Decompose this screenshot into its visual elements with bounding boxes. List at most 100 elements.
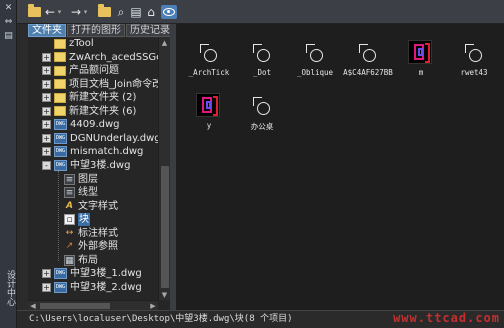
expand-icon[interactable]: + (42, 133, 51, 143)
palette-title: 设计中心 (5, 270, 15, 306)
block-icon (197, 42, 221, 66)
xref-icon: ↗ (65, 241, 74, 252)
side-strip: ✕ ⇔ ▤ 设计中心 (0, 0, 17, 328)
tab-folders[interactable]: 文件夹 (28, 24, 66, 37)
tree-item-label: 线型 (78, 187, 98, 199)
tree-item[interactable]: + DWG 中望3楼_1.dwg (42, 267, 170, 280)
tree-item[interactable]: + DWG 中望3楼_2.dwg (42, 281, 170, 294)
block-item-name: _ArchTick (188, 68, 230, 77)
block-item-name: _Dot (252, 68, 272, 77)
auto-hide-icon[interactable]: ⇔ (3, 17, 14, 28)
folder-icon (54, 52, 66, 63)
block-thumbnail (408, 40, 432, 64)
toolbar: ← ▾ → ▾ ⌕ ▤ ⌂ (17, 0, 504, 24)
tree-item-label: 中望3楼.dwg (70, 159, 131, 171)
folder-icon (54, 79, 66, 90)
tree-item[interactable]: ↔ 标注样式 (64, 227, 170, 240)
folder-tree[interactable]: zTool + ZwArch_acedSSGet_F + 产品额问题 + 项目文档_Join… (28, 38, 170, 310)
tree-item-label: DGNUnderlay.dwg (70, 132, 161, 144)
block-item[interactable]: y (182, 81, 236, 141)
block-item-name: A$C4AF627BB (343, 68, 393, 77)
tree-item-label: 新建文件夹 (2) (69, 92, 137, 104)
block-item[interactable]: A$C4AF627BB (341, 28, 395, 88)
tree-item[interactable]: + 产品额问题 (42, 64, 170, 77)
tree-item[interactable]: + 项目文档_Join命令改造 (42, 78, 170, 91)
hscroll-thumb[interactable] (40, 303, 110, 309)
expand-icon[interactable]: + (42, 93, 51, 103)
favorites-icon[interactable]: ▤ (130, 5, 142, 19)
block-item-name: m (418, 68, 424, 77)
close-icon[interactable]: ✕ (3, 3, 14, 14)
tree-item[interactable]: ↗ 外部参照 (64, 240, 170, 253)
collapse-icon[interactable]: - (42, 160, 51, 170)
block-icon (356, 42, 380, 66)
tree-horizontal-scrollbar[interactable]: ◀ ▶ (28, 300, 158, 310)
tree-item[interactable]: + 新建文件夹 (2) (42, 91, 170, 104)
tree-item[interactable]: - DWG 中望3楼.dwg (42, 159, 170, 172)
tree-item-label: 文字样式 (78, 200, 118, 212)
tree-item[interactable]: + 新建文件夹 (6) (42, 105, 170, 118)
tab-open-drawings[interactable]: 打开的图形 (67, 24, 125, 37)
up-folder-icon[interactable] (97, 4, 111, 19)
back-dropdown-icon[interactable]: ▾ (56, 5, 63, 19)
dwg-file-icon: DWG (54, 268, 67, 280)
dwg-file-icon: DWG (54, 119, 67, 131)
dwg-file-icon: DWG (54, 132, 67, 144)
tree-item[interactable]: + DWG 4409.dwg (42, 118, 170, 131)
expand-icon[interactable]: + (42, 79, 51, 89)
home-icon[interactable]: ⌂ (145, 5, 157, 19)
search-icon[interactable]: ⌕ (115, 5, 127, 19)
textstyle-icon: A (66, 200, 73, 211)
tree-item[interactable]: + ZwArch_acedSSGet_F (42, 51, 170, 64)
tree-item[interactable]: + DWG mismatch.dwg (42, 145, 170, 158)
expand-icon[interactable]: + (42, 269, 51, 279)
folder-icon (54, 38, 66, 49)
tree-item-label: 项目文档_Join命令改造 (69, 78, 170, 90)
tree-item[interactable]: ≡ 图层 (64, 173, 170, 186)
properties-icon[interactable]: ▤ (3, 31, 14, 42)
layout-icon: ▦ (64, 254, 75, 266)
block-item[interactable]: 办公桌 (235, 81, 289, 141)
forward-arrow-icon[interactable]: → (71, 5, 81, 19)
tree-item[interactable]: ▫ 块 (64, 213, 170, 227)
scroll-down-icon[interactable]: ▼ (159, 290, 170, 300)
expand-icon[interactable]: + (42, 282, 51, 292)
dwg-file-icon: DWG (54, 146, 67, 158)
expand-icon[interactable]: + (42, 147, 51, 157)
tree-item-label: zTool (69, 38, 94, 49)
block-item-name: _Oblique (296, 68, 334, 77)
tree-connector (58, 170, 59, 261)
block-item[interactable]: _Oblique (288, 28, 342, 88)
tree-vertical-scrollbar[interactable]: ▲ ▼ (158, 38, 170, 300)
content-panel: _ArchTick _Dot _Oblique A$C4AF627BB m rwet43 y… (176, 24, 504, 310)
expand-icon[interactable]: + (42, 106, 51, 116)
load-folder-icon[interactable] (27, 4, 41, 19)
expand-icon[interactable]: + (42, 52, 51, 62)
tree-item-label: 布局 (78, 254, 98, 266)
scroll-up-icon[interactable]: ▲ (159, 38, 170, 48)
tree-item[interactable]: + DWG DGNUnderlay.dwg (42, 132, 170, 145)
tree-item[interactable]: A 文字样式 (64, 200, 170, 213)
tree-item[interactable]: zTool (42, 38, 170, 50)
tab-history[interactable]: 历史记录 (126, 24, 174, 37)
preview-toggle-icon[interactable] (161, 5, 177, 19)
tree-item[interactable]: ≡ 线型 (64, 186, 170, 199)
back-arrow-icon[interactable]: ← (45, 5, 55, 19)
tab-bar: 文件夹 打开的图形 历史记录 (28, 24, 175, 38)
expand-icon[interactable]: + (42, 120, 51, 130)
block-item[interactable]: _ArchTick (182, 28, 236, 88)
block-thumbnail (196, 93, 220, 117)
tree-item-label: 中望3楼_1.dwg (70, 268, 142, 280)
block-item[interactable]: _Dot (235, 28, 289, 88)
tree-item[interactable]: ▦ 布局 (64, 254, 170, 267)
tree-item-label: 图层 (78, 173, 98, 185)
block-item[interactable]: rwet43 (447, 28, 501, 88)
folder-icon (54, 106, 66, 117)
expand-icon[interactable]: + (42, 66, 51, 76)
scroll-thumb[interactable] (161, 166, 169, 288)
forward-dropdown-icon[interactable]: ▾ (82, 5, 89, 19)
tree-item-label: mismatch.dwg (70, 146, 144, 158)
block-item[interactable]: m (394, 28, 448, 88)
block-icon (250, 95, 274, 119)
watermark: www.ttcad.com (393, 311, 500, 325)
